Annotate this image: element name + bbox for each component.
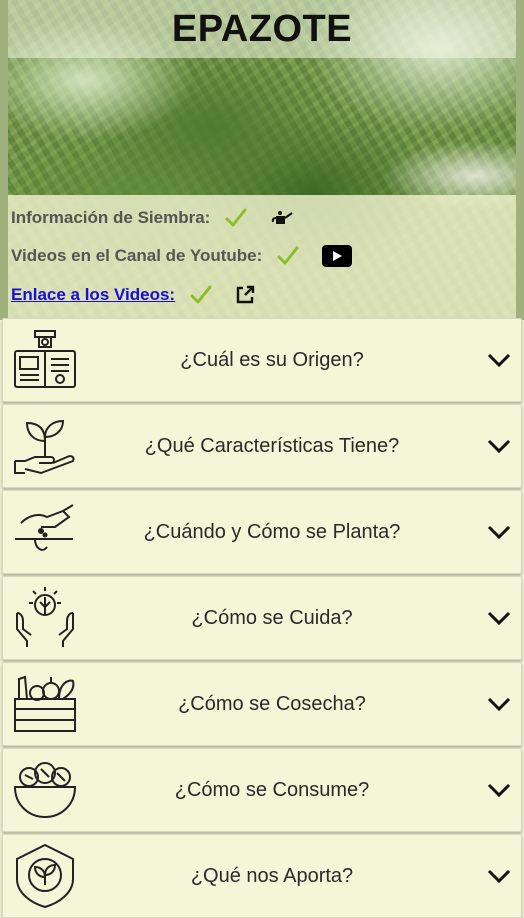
care-hands-icon	[16, 587, 74, 647]
videos-link[interactable]: Enlace a los Videos:	[11, 285, 175, 305]
planting-hand-icon	[15, 504, 74, 551]
origin-book-icon	[14, 330, 76, 388]
external-link-icon[interactable]	[235, 285, 255, 305]
section-harvest-label: ¿Cómo se Cosecha?	[178, 692, 366, 715]
section-characteristics[interactable]: ¿Qué Características Tiene?	[2, 404, 522, 488]
section-care-label: ¿Cómo se Cuida?	[191, 606, 353, 629]
section-benefits[interactable]: ¿Qué nos Aporta?	[2, 834, 522, 918]
check-icon	[277, 246, 299, 265]
chevron-down-icon[interactable]	[485, 348, 513, 372]
section-consume[interactable]: ¿Cómo se Consume?	[2, 748, 522, 832]
section-characteristics-label: ¿Qué Características Tiene?	[144, 434, 400, 457]
check-icon	[190, 285, 212, 304]
harvest-crate-icon	[14, 675, 76, 732]
check-icon	[225, 208, 247, 227]
youtube-play-icon[interactable]	[322, 245, 353, 267]
chevron-down-icon[interactable]	[485, 778, 513, 802]
food-bowl-icon	[13, 762, 77, 819]
header-banner: EPAZOTE Información de Siembra: Videos e…	[0, 0, 524, 320]
youtube-info-label: Videos en el Canal de Youtube:	[11, 246, 263, 265]
chevron-down-icon[interactable]	[485, 864, 513, 888]
planting-info-row: Información de Siembra:	[11, 207, 294, 229]
youtube-info-row: Videos en el Canal de Youtube:	[11, 245, 353, 267]
chevron-down-icon[interactable]	[485, 434, 513, 458]
section-planting[interactable]: ¿Cuándo y Cómo se Planta?	[2, 490, 522, 574]
videos-link-row[interactable]: Enlace a los Videos:	[11, 284, 255, 306]
section-origin[interactable]: ¿Cuál es su Origen?	[2, 318, 522, 402]
nutrition-shield-icon	[16, 843, 74, 909]
watering-can-icon	[270, 208, 294, 228]
section-origin-label: ¿Cuál es su Origen?	[180, 348, 364, 371]
section-care[interactable]: ¿Cómo se Cuida?	[2, 576, 522, 660]
section-planting-label: ¿Cuándo y Cómo se Planta?	[143, 520, 401, 543]
section-harvest[interactable]: ¿Cómo se Cosecha?	[2, 662, 522, 746]
page-title: EPAZOTE	[171, 8, 353, 50]
chevron-down-icon[interactable]	[485, 692, 513, 716]
chevron-down-icon[interactable]	[485, 520, 513, 544]
section-benefits-label: ¿Qué nos Aporta?	[190, 864, 354, 887]
sprout-hand-icon	[14, 419, 75, 475]
section-consume-label: ¿Cómo se Consume?	[174, 778, 370, 801]
planting-info-label: Información de Siembra:	[11, 208, 211, 227]
chevron-down-icon[interactable]	[485, 606, 513, 630]
